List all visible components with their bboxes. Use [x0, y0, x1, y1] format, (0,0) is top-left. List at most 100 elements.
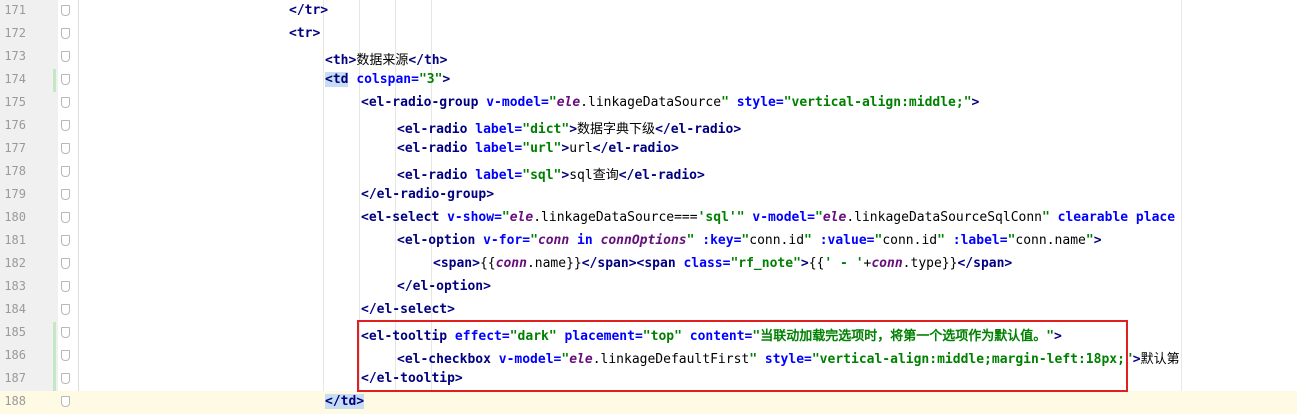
code-text: <el-select v-show="ele.linkageDataSource… — [361, 210, 1175, 225]
fold-marker-icon[interactable] — [61, 212, 70, 223]
code-text: <el-radio label="dict">数据字典下级</el-radio> — [397, 118, 741, 137]
code-token: " — [804, 233, 812, 248]
code-token: > — [442, 72, 451, 87]
line-number: 171 — [4, 3, 26, 17]
code-token: .linkageDataSource — [580, 95, 722, 110]
code-token: </el-option> — [397, 279, 491, 294]
fold-marker-icon[interactable] — [61, 166, 70, 177]
code-text: <td colspan="3"> — [325, 72, 450, 87]
code-token: v-for= — [483, 233, 531, 248]
code-token: <tr> — [289, 26, 321, 41]
code-token: > — [1132, 352, 1141, 367]
code-token: </el-radio> — [655, 122, 742, 137]
code-text: </el-option> — [397, 279, 491, 294]
code-token: </el-select> — [361, 302, 455, 317]
code-token: "dict" — [522, 122, 570, 137]
fold-marker-icon[interactable] — [61, 189, 70, 200]
code-token: conn — [495, 256, 527, 271]
fold-marker-icon[interactable] — [61, 327, 70, 338]
code-token: "url" — [522, 141, 562, 156]
code-token: 数据来源 — [356, 53, 409, 68]
fold-marker-icon[interactable] — [61, 51, 70, 62]
code-token: " — [1042, 210, 1050, 225]
code-line[interactable]: 182 <span>{{conn.name}}</span><span class… — [0, 253, 1297, 276]
code-token: colspan= — [356, 72, 419, 87]
fold-marker-icon[interactable] — [61, 143, 70, 154]
code-token: <el-option — [397, 233, 476, 248]
code-text: <tr> — [289, 26, 320, 41]
code-token: conn.name — [1015, 233, 1086, 248]
code-token: 数据字典下级 — [577, 122, 656, 137]
code-line[interactable]: 181 <el-option v-for="conn in connOptions… — [0, 230, 1297, 253]
code-token: v-show= — [447, 210, 502, 225]
code-token: label= — [475, 141, 523, 156]
line-number: 181 — [4, 233, 26, 247]
code-line[interactable]: 172 <tr> — [0, 23, 1297, 46]
code-token: <span> — [433, 256, 480, 271]
code-token: "3" — [418, 72, 443, 87]
fold-marker-icon[interactable] — [61, 74, 70, 85]
fold-marker-icon[interactable] — [61, 350, 70, 361]
code-line[interactable]: 176 <el-radio label="dict">数据字典下级</el-rad… — [0, 115, 1297, 138]
fold-marker-icon[interactable] — [61, 5, 70, 16]
code-token: v-model= — [486, 95, 549, 110]
fold-marker-icon[interactable] — [61, 396, 70, 407]
code-text: <el-radio label="url">url</el-radio> — [397, 141, 679, 156]
code-token: v-model= — [752, 210, 816, 225]
fold-marker-icon[interactable] — [61, 28, 70, 39]
fold-marker-icon[interactable] — [61, 281, 70, 292]
code-token: .linkageDataSourceSqlConn — [846, 210, 1042, 225]
code-token: </th> — [408, 53, 448, 68]
code-line[interactable]: 171 </tr> — [0, 0, 1297, 23]
code-token: " — [815, 210, 823, 225]
code-token: style= — [736, 95, 784, 110]
code-text: </el-radio-group> — [361, 187, 494, 202]
code-token: " — [548, 95, 557, 110]
code-token: </span><span — [581, 256, 676, 271]
code-token: ele — [556, 95, 581, 110]
fold-marker-icon[interactable] — [61, 97, 70, 108]
fold-marker-icon[interactable] — [61, 373, 70, 384]
code-token: </td> — [325, 394, 365, 409]
code-token: ele — [509, 210, 534, 225]
code-token: conn — [871, 256, 903, 271]
fold-marker-icon[interactable] — [61, 120, 70, 131]
code-token: conn — [537, 233, 570, 248]
code-line[interactable]: 184 </el-select> — [0, 299, 1297, 322]
code-token: "rf_note" — [730, 256, 801, 271]
code-line[interactable]: 178 <el-radio label="sql">sql查询</el-radio… — [0, 161, 1297, 184]
code-token: <el-radio — [397, 141, 468, 156]
fold-marker-icon[interactable] — [61, 258, 70, 269]
code-token: > — [800, 256, 809, 271]
code-token: <td — [325, 72, 349, 87]
code-token: </span> — [957, 256, 1013, 271]
code-line[interactable]: 183 </el-option> — [0, 276, 1297, 299]
code-editor[interactable]: 171 </tr> 172 <tr> 173 <th>数据来源</th> 174 <td co… — [0, 0, 1297, 414]
line-number: 173 — [4, 49, 26, 63]
line-number: 175 — [4, 95, 26, 109]
code-line[interactable]: 173 <th>数据来源</th> — [0, 46, 1297, 69]
code-token: ' - ' — [824, 256, 864, 271]
code-token: :label= — [952, 233, 1008, 248]
fold-marker-icon[interactable] — [61, 304, 70, 315]
code-token: :key= — [702, 233, 742, 248]
code-line[interactable]: 174 <td colspan="3"> — [0, 69, 1297, 92]
fold-marker-icon[interactable] — [61, 235, 70, 246]
code-line[interactable]: 175 <el-radio-group v-model="ele.linkageD… — [0, 92, 1297, 115]
code-line[interactable]: 179 </el-radio-group> — [0, 184, 1297, 207]
code-token: ele — [822, 210, 847, 225]
code-token: sql查询 — [569, 168, 619, 183]
code-line[interactable]: 177 <el-radio label="url">url</el-radio> — [0, 138, 1297, 161]
code-token: </el-radio> — [618, 168, 705, 183]
line-number: 176 — [4, 118, 26, 132]
code-line[interactable]: 180 <el-select v-show="ele.linkageDataSou… — [0, 207, 1297, 230]
code-token: </el-radio-group> — [361, 187, 495, 202]
code-token: <el-radio — [397, 168, 468, 183]
code-text: </td> — [325, 394, 365, 409]
code-token: "vertical-align:middle;" — [783, 95, 972, 110]
code-token: <el-radio — [397, 122, 468, 137]
